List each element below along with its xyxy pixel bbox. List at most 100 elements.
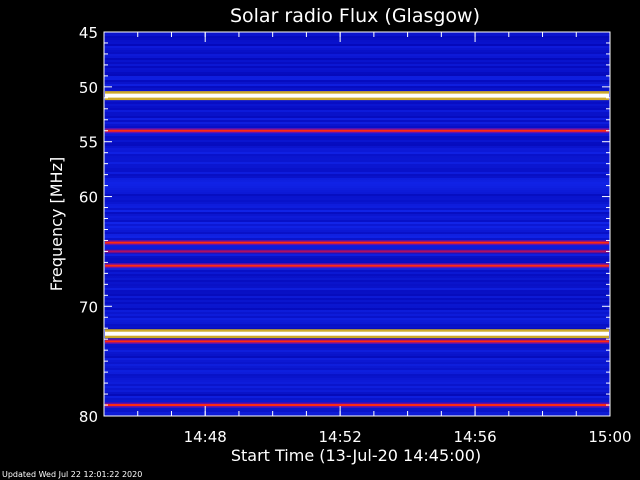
heatmap-row (104, 304, 610, 306)
heatmap-row (104, 74, 610, 76)
heatmap-row (104, 148, 610, 150)
heatmap-row (104, 118, 610, 120)
heatmap-row (104, 236, 610, 238)
heatmap-row (104, 314, 610, 316)
emission-band (105, 93, 609, 98)
heatmap-row (104, 286, 610, 288)
heatmap-row (104, 68, 610, 70)
heatmap-row (104, 192, 610, 194)
y-tick-label: 60 (79, 189, 98, 207)
heatmap-row (104, 62, 610, 64)
emission-band (105, 241, 609, 244)
heatmap-row (104, 380, 610, 382)
heatmap-row (104, 110, 610, 112)
heatmap-row (104, 226, 610, 228)
heatmap-row (104, 382, 610, 384)
heatmap-row (104, 228, 610, 230)
heatmap-row (104, 176, 610, 178)
heatmap-row (104, 344, 610, 346)
heatmap-row (104, 358, 610, 360)
emission-band (105, 264, 609, 267)
heatmap-row (104, 284, 610, 286)
heatmap-row (104, 354, 610, 356)
heatmap-row (104, 346, 610, 348)
heatmap-row (104, 52, 610, 54)
heatmap-row (104, 40, 610, 42)
x-tick-label: 14:56 (453, 428, 496, 446)
heatmap-row (104, 254, 610, 256)
heatmap-row (104, 384, 610, 386)
heatmap-row (104, 70, 610, 72)
heatmap-row (104, 316, 610, 318)
y-tick-label: 80 (79, 408, 98, 426)
heatmap-row (104, 352, 610, 354)
heatmap-row (104, 190, 610, 192)
heatmap-row (104, 394, 610, 396)
heatmap-row (104, 114, 610, 116)
heatmap-row (104, 178, 610, 180)
heatmap-row (104, 56, 610, 58)
heatmap-row (104, 220, 610, 222)
heatmap-row (104, 288, 610, 290)
heatmap-row (104, 326, 610, 328)
heatmap-row (104, 396, 610, 398)
x-tick-label: 14:52 (319, 428, 362, 446)
heatmap-row (104, 216, 610, 218)
heatmap-row (104, 218, 610, 220)
heatmap-row (104, 122, 610, 124)
heatmap-row (104, 162, 610, 164)
heatmap-row (104, 180, 610, 182)
x-axis-label: Start Time (13-Jul-20 14:45:00) (231, 446, 481, 465)
heatmap-row (104, 294, 610, 296)
heatmap-rows (104, 32, 610, 416)
heatmap-row (104, 318, 610, 320)
heatmap-row (104, 206, 610, 208)
heatmap-row (104, 160, 610, 162)
heatmap-row (104, 104, 610, 106)
heatmap-row (104, 370, 610, 372)
y-tick-label: 45 (79, 24, 98, 42)
heatmap-row (104, 296, 610, 298)
heatmap-row (104, 156, 610, 158)
heatmap-row (104, 188, 610, 190)
heatmap-row (104, 320, 610, 322)
heatmap-row (104, 196, 610, 198)
heatmap-row (104, 230, 610, 232)
heatmap-row (104, 38, 610, 40)
heatmap-row (104, 48, 610, 50)
heatmap-row (104, 306, 610, 308)
heatmap-row (104, 204, 610, 206)
heatmap-row (104, 272, 610, 274)
heatmap-row (104, 364, 610, 366)
heatmap-row (104, 214, 610, 216)
heatmap-row (104, 88, 610, 90)
heatmap-row (104, 374, 610, 376)
heatmap-row (104, 202, 610, 204)
y-tick-label: 70 (79, 298, 98, 316)
heatmap-row (104, 182, 610, 184)
y-axis-label: Frequency [MHz] (47, 157, 66, 291)
emission-band (105, 340, 609, 343)
emission-band (105, 331, 609, 336)
heatmap-row (104, 410, 610, 412)
heatmap-row (104, 58, 610, 60)
heatmap-row (104, 282, 610, 284)
heatmap-row (104, 210, 610, 212)
emission-band (105, 129, 609, 132)
heatmap-row (104, 120, 610, 122)
heatmap-row (104, 310, 610, 312)
heatmap-row (104, 260, 610, 262)
heatmap-row (104, 308, 610, 310)
heatmap-row (104, 234, 610, 236)
heatmap-row (104, 274, 610, 276)
heatmap-row (104, 412, 610, 414)
plot-area (103, 31, 611, 417)
chart-title: Solar radio Flux (Glasgow) (230, 5, 480, 27)
heatmap-row (104, 290, 610, 292)
heatmap-row (104, 292, 610, 294)
heatmap-row (104, 140, 610, 142)
heatmap-row (104, 144, 610, 146)
heatmap-row (104, 270, 610, 272)
heatmap-row (104, 224, 610, 226)
heatmap-row (104, 138, 610, 140)
